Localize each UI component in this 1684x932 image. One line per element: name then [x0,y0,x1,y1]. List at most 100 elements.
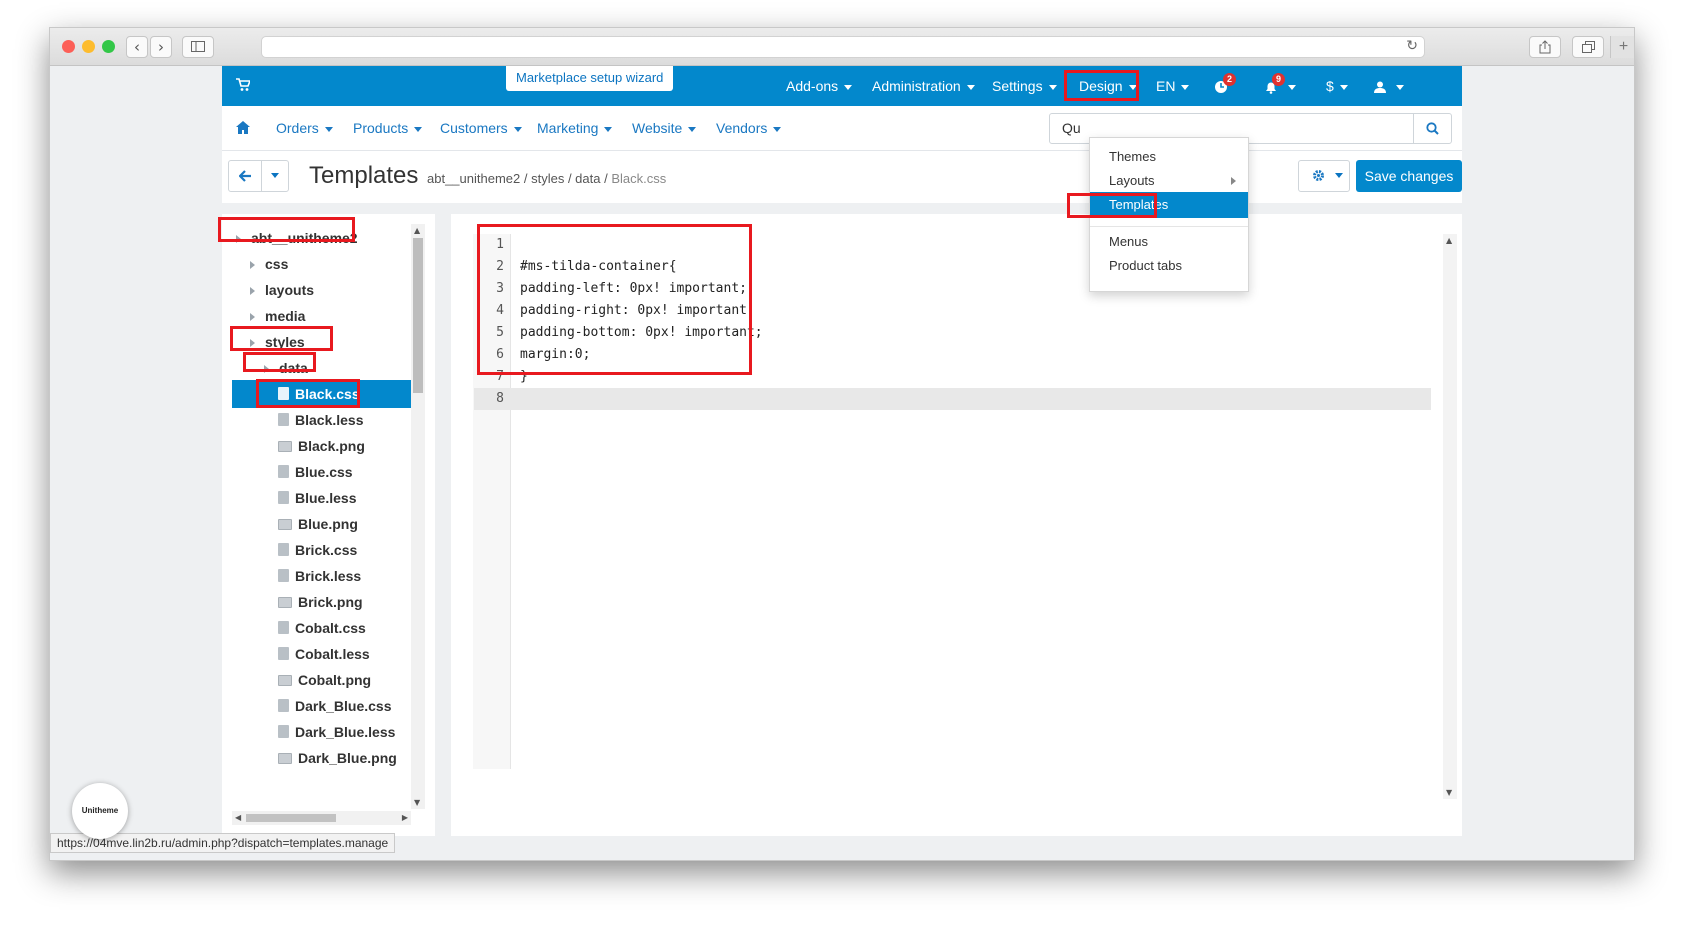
save-changes-button[interactable]: Save changes [1356,160,1462,192]
tree-file[interactable]: Cobalt.css [232,614,411,642]
tree-file[interactable]: Dark_Blue.css [232,692,411,720]
tree-file[interactable]: Brick.less [232,562,411,590]
scroll-down-icon[interactable]: ▼ [1446,788,1452,797]
code-line[interactable]: 8 [474,388,1431,410]
tree-folder[interactable]: data [232,354,411,382]
home-icon[interactable] [236,121,250,134]
new-tab-icon[interactable]: + [1610,36,1634,58]
code-line[interactable]: 7} [474,366,1431,388]
back-arrow-icon[interactable]: ‹ [126,36,148,58]
breadcrumb-item[interactable]: data [575,171,600,186]
tree-file[interactable]: Black.png [232,432,411,460]
topnav-settings[interactable]: Settings [992,66,1057,106]
subnav-marketing[interactable]: Marketing [537,106,612,150]
tree-folder[interactable]: abt__unitheme2 [232,224,411,252]
share-icon[interactable] [1529,36,1561,58]
tree-folder[interactable]: media [232,302,411,330]
scroll-up-icon[interactable]: ▲ [1446,236,1452,245]
menu-item-templates[interactable]: Templates [1090,192,1248,218]
address-bar[interactable]: ↻ [261,36,1425,58]
breadcrumb-item[interactable]: abt__unitheme2 [427,171,520,186]
subnav-vendors[interactable]: Vendors [716,106,781,150]
code-line[interactable]: 3 padding-left: 0px! important; [474,278,1431,300]
code-editor[interactable]: 1 2 #ms-tilda-container{3 padding-left: 0px… [474,234,1431,410]
notifications-button[interactable]: 9 [1264,66,1300,106]
tree-node-label: Cobalt.less [295,646,370,662]
updates-button[interactable]: 2 [1214,66,1244,106]
subnav-website[interactable]: Website [632,106,696,150]
currency-selector[interactable]: $ [1326,66,1348,106]
tree-file[interactable]: Black.css [232,380,411,408]
code-line[interactable]: 1 [474,234,1431,256]
topnav-administration[interactable]: Administration [872,66,975,106]
expand-arrow-icon[interactable] [250,313,255,322]
tree-horizontal-scrollbar[interactable]: ◀ ▶ [232,811,411,825]
close-window-button[interactable] [62,40,75,53]
tree-file[interactable]: Brick.png [232,588,411,616]
scroll-down-icon[interactable]: ▼ [414,798,420,807]
tree-folder[interactable]: styles [232,328,411,356]
subnav-products[interactable]: Products [353,106,422,150]
topnav-design[interactable]: Design [1079,66,1137,106]
tree-scroll-thumb[interactable] [413,238,423,393]
reload-icon[interactable]: ↻ [1406,38,1418,54]
tree-folder[interactable]: css [232,250,411,278]
image-file-icon [278,441,292,452]
scroll-left-icon[interactable]: ◀ [235,813,241,822]
menu-item-product-tabs[interactable]: Product tabs [1090,253,1248,279]
menu-item-menus[interactable]: Menus [1090,229,1248,255]
scroll-right-icon[interactable]: ▶ [402,813,408,822]
expand-arrow-icon[interactable] [264,365,269,374]
tree-file[interactable]: Dark_Blue.less [232,718,411,746]
expand-arrow-icon[interactable] [236,235,241,244]
tabs-overview-icon[interactable] [1572,36,1604,58]
code-line[interactable]: 2 #ms-tilda-container{ [474,256,1431,278]
sidebar-toggle-icon[interactable] [182,36,214,58]
menu-item-layouts[interactable]: Layouts [1090,168,1248,194]
tree-file[interactable]: Brick.css [232,536,411,564]
tree-hscroll-thumb[interactable] [246,814,336,822]
topnav-addons[interactable]: Add-ons [786,66,852,106]
history-dropdown-button[interactable] [261,160,289,192]
menu-item-themes[interactable]: Themes [1090,144,1248,170]
tree-vertical-scrollbar[interactable]: ▲ ▼ [411,224,425,809]
file-icon [278,699,289,712]
back-button[interactable] [228,160,262,192]
tree-folder[interactable]: layouts [232,276,411,304]
zoom-window-button[interactable] [102,40,115,53]
search-button[interactable] [1413,114,1451,143]
code-line[interactable]: 5 padding-bottom: 0px! important; [474,322,1431,344]
forward-arrow-icon[interactable]: › [150,36,172,58]
tree-node-label: layouts [265,282,315,298]
file-icon [278,543,289,556]
expand-arrow-icon[interactable] [250,287,255,296]
unitheme-badge[interactable]: Unitheme [72,783,128,839]
code-line[interactable]: 6 margin:0; [474,344,1431,366]
subnav-customers[interactable]: Customers [440,106,522,150]
settings-dropdown-button[interactable] [1298,160,1350,192]
code-editor-panel: 1 2 #ms-tilda-container{3 padding-left: 0px… [451,214,1462,836]
tree-file[interactable]: Dark_Blue.png [232,744,411,772]
menu-item-label: Layouts [1109,173,1155,188]
expand-arrow-icon[interactable] [250,261,255,270]
tree-file[interactable]: Blue.less [232,484,411,512]
tree-file[interactable]: Cobalt.png [232,666,411,694]
line-number: 3 [496,281,504,296]
cart-icon[interactable] [236,78,250,92]
tree-file[interactable]: Black.less [232,406,411,434]
tree-file[interactable]: Blue.png [232,510,411,538]
editor-scrollbar[interactable]: ▲ ▼ [1443,234,1457,799]
scroll-up-icon[interactable]: ▲ [414,226,420,235]
language-selector[interactable]: EN [1156,66,1189,106]
breadcrumb-item[interactable]: styles [531,171,564,186]
expand-arrow-icon[interactable] [250,339,255,348]
tree-node-content: Brick.css [278,542,357,558]
code-line[interactable]: 4 padding-right: 0px! important; [474,300,1431,322]
user-menu[interactable] [1374,66,1404,106]
tree-node-label: Black.less [295,412,364,428]
minimize-window-button[interactable] [82,40,95,53]
marketplace-wizard-link[interactable]: Marketplace setup wizard [506,66,674,91]
subnav-orders[interactable]: Orders [276,106,333,150]
tree-file[interactable]: Blue.css [232,458,411,486]
tree-file[interactable]: Cobalt.less [232,640,411,668]
